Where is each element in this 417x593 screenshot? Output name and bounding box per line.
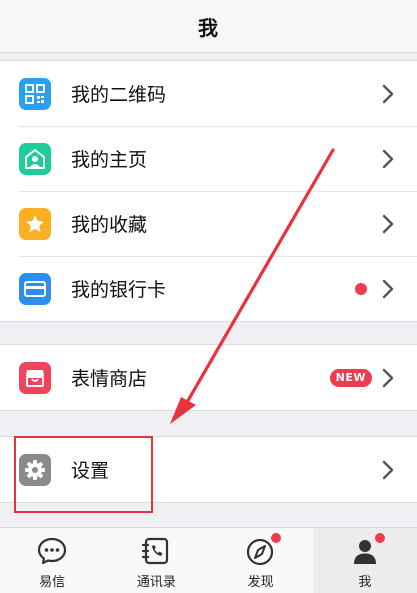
chevron-right-icon: [382, 279, 394, 298]
compass-icon-wrap: [245, 533, 281, 567]
bottom-tab-bar: 易信 通讯录 发现 我: [0, 527, 417, 593]
menu-item-homepage[interactable]: 我的主页: [0, 126, 417, 191]
tab-yixin[interactable]: 易信: [0, 528, 104, 593]
home-icon: [19, 142, 51, 175]
menu-item-label: 我的主页: [71, 149, 148, 171]
tab-discover[interactable]: 发现: [209, 528, 313, 593]
page-title: 我: [198, 15, 219, 40]
contacts-icon: [142, 537, 169, 565]
menu-item-sticker-store[interactable]: 表情商店 NEW: [0, 345, 417, 410]
chevron-right-icon: [382, 214, 394, 233]
notification-dot: [374, 533, 385, 543]
menu-item-favorites[interactable]: 我的收藏: [0, 191, 417, 256]
menu-group-personal: 我的二维码 我的主页 我的收藏 我的银行卡: [0, 60, 417, 322]
menu-group-settings: 设置: [0, 436, 417, 503]
gear-icon: [19, 453, 51, 486]
nav-header: 我: [0, 0, 417, 53]
notification-dot: [355, 282, 367, 295]
menu-item-label: 我的二维码: [71, 84, 167, 106]
person-icon-wrap: [349, 533, 385, 567]
chevron-right-icon: [382, 84, 394, 103]
menu-item-qr-code[interactable]: 我的二维码: [0, 61, 417, 126]
menu-item-label: 我的银行卡: [71, 279, 167, 301]
sticker-store-icon: [19, 361, 51, 394]
bank-card-icon: [19, 272, 51, 305]
tab-me[interactable]: 我: [312, 528, 417, 593]
menu-group-store: 表情商店 NEW: [0, 344, 417, 411]
star-icon: [19, 207, 51, 240]
menu-item-settings[interactable]: 设置: [0, 437, 417, 502]
chat-bubble-icon: [38, 537, 67, 565]
menu-item-label: 我的收藏: [71, 214, 148, 236]
chevron-right-icon: [382, 368, 394, 387]
tab-label: 发现: [247, 575, 274, 590]
chevron-right-icon: [382, 460, 394, 479]
menu-item-bank-card[interactable]: 我的银行卡: [0, 256, 417, 321]
tab-label: 通讯录: [136, 575, 176, 590]
menu-item-label: 表情商店: [71, 368, 148, 390]
new-badge: NEW: [329, 368, 372, 387]
tab-label: 易信: [39, 575, 66, 590]
qr-code-icon: [19, 77, 51, 110]
notification-dot: [270, 533, 281, 543]
menu-item-label: 设置: [71, 460, 110, 482]
tab-contacts[interactable]: 通讯录: [104, 528, 208, 593]
chevron-right-icon: [382, 149, 394, 168]
tab-label: 我: [358, 575, 372, 590]
